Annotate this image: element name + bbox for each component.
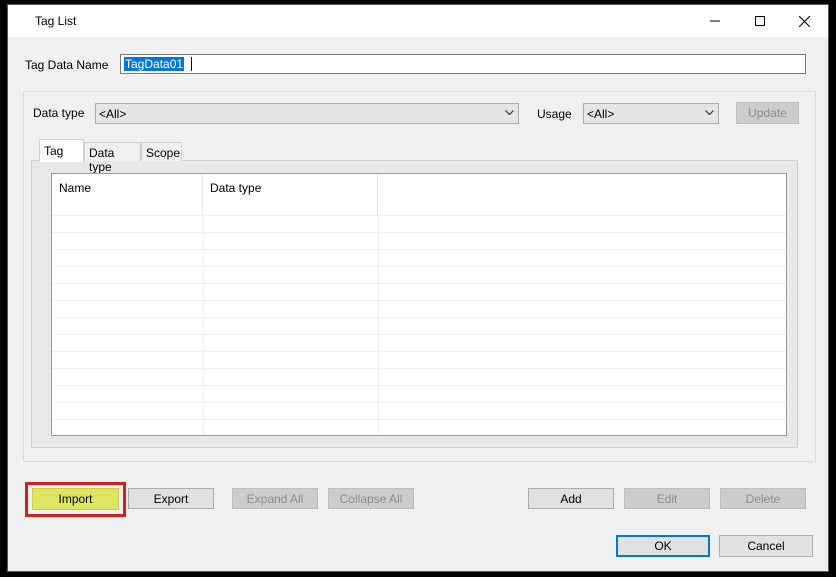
column-divider <box>378 215 379 435</box>
tag-list-dialog: Tag List Tag Data Name TagData01 Data ty… <box>7 4 829 572</box>
empty-grid-row <box>52 351 786 368</box>
empty-grid-row <box>52 266 786 283</box>
data-type-filter-label: Data type <box>33 106 85 120</box>
delete-button[interactable]: Delete <box>720 488 806 509</box>
chevron-down-icon <box>505 110 514 116</box>
empty-grid-row <box>52 283 786 300</box>
minimize-button[interactable] <box>692 5 737 37</box>
tab-scope[interactable]: Scope <box>141 142 182 161</box>
maximize-icon <box>754 16 765 26</box>
empty-grid-row <box>52 368 786 385</box>
column-header-name[interactable]: Name <box>52 174 203 215</box>
ok-button[interactable]: OK <box>616 535 710 557</box>
collapse-all-button[interactable]: Collapse All <box>328 488 414 509</box>
export-button[interactable]: Export <box>128 488 214 509</box>
usage-filter-label: Usage <box>537 107 572 121</box>
column-divider <box>203 215 204 435</box>
tab-data-type[interactable]: Data type <box>84 142 141 174</box>
empty-grid-row <box>52 402 786 419</box>
maximize-button[interactable] <box>737 5 782 37</box>
tag-data-name-input[interactable]: TagData01 <box>120 54 806 74</box>
close-button[interactable] <box>782 5 827 37</box>
data-type-filter-value: <All> <box>99 107 127 121</box>
data-type-filter-select[interactable]: <All> <box>95 103 519 124</box>
column-header-blank <box>378 174 786 215</box>
tag-data-name-label: Tag Data Name <box>25 58 109 72</box>
empty-grid-row <box>52 300 786 317</box>
cancel-button[interactable]: Cancel <box>719 535 813 557</box>
add-button[interactable]: Add <box>528 488 614 509</box>
tab-tag[interactable]: Tag <box>39 139 84 162</box>
empty-grid-row <box>52 249 786 266</box>
import-button[interactable]: Import <box>32 488 119 510</box>
tag-data-name-selected-text: TagData01 <box>124 57 185 71</box>
close-icon <box>799 15 810 27</box>
usage-filter-value: <All> <box>587 107 615 121</box>
tag-grid[interactable]: Name Data type <box>51 173 787 436</box>
empty-grid-row <box>52 317 786 334</box>
empty-grid-row <box>52 232 786 249</box>
grid-header: Name Data type <box>52 174 786 215</box>
empty-grid-row <box>52 334 786 351</box>
chevron-down-icon <box>705 110 714 116</box>
text-caret <box>191 57 192 71</box>
expand-all-button[interactable]: Expand All <box>232 488 318 509</box>
empty-grid-row <box>52 419 786 435</box>
empty-grid-row <box>52 385 786 402</box>
title-bar[interactable]: Tag List <box>8 5 828 37</box>
empty-grid-row <box>52 215 786 232</box>
update-button[interactable]: Update <box>736 102 799 124</box>
grid-body <box>52 215 786 435</box>
column-header-data-type[interactable]: Data type <box>203 174 378 215</box>
edit-button[interactable]: Edit <box>624 488 710 509</box>
minimize-icon <box>709 20 720 22</box>
window-title: Tag List <box>35 14 77 28</box>
usage-filter-select[interactable]: <All> <box>583 103 719 124</box>
